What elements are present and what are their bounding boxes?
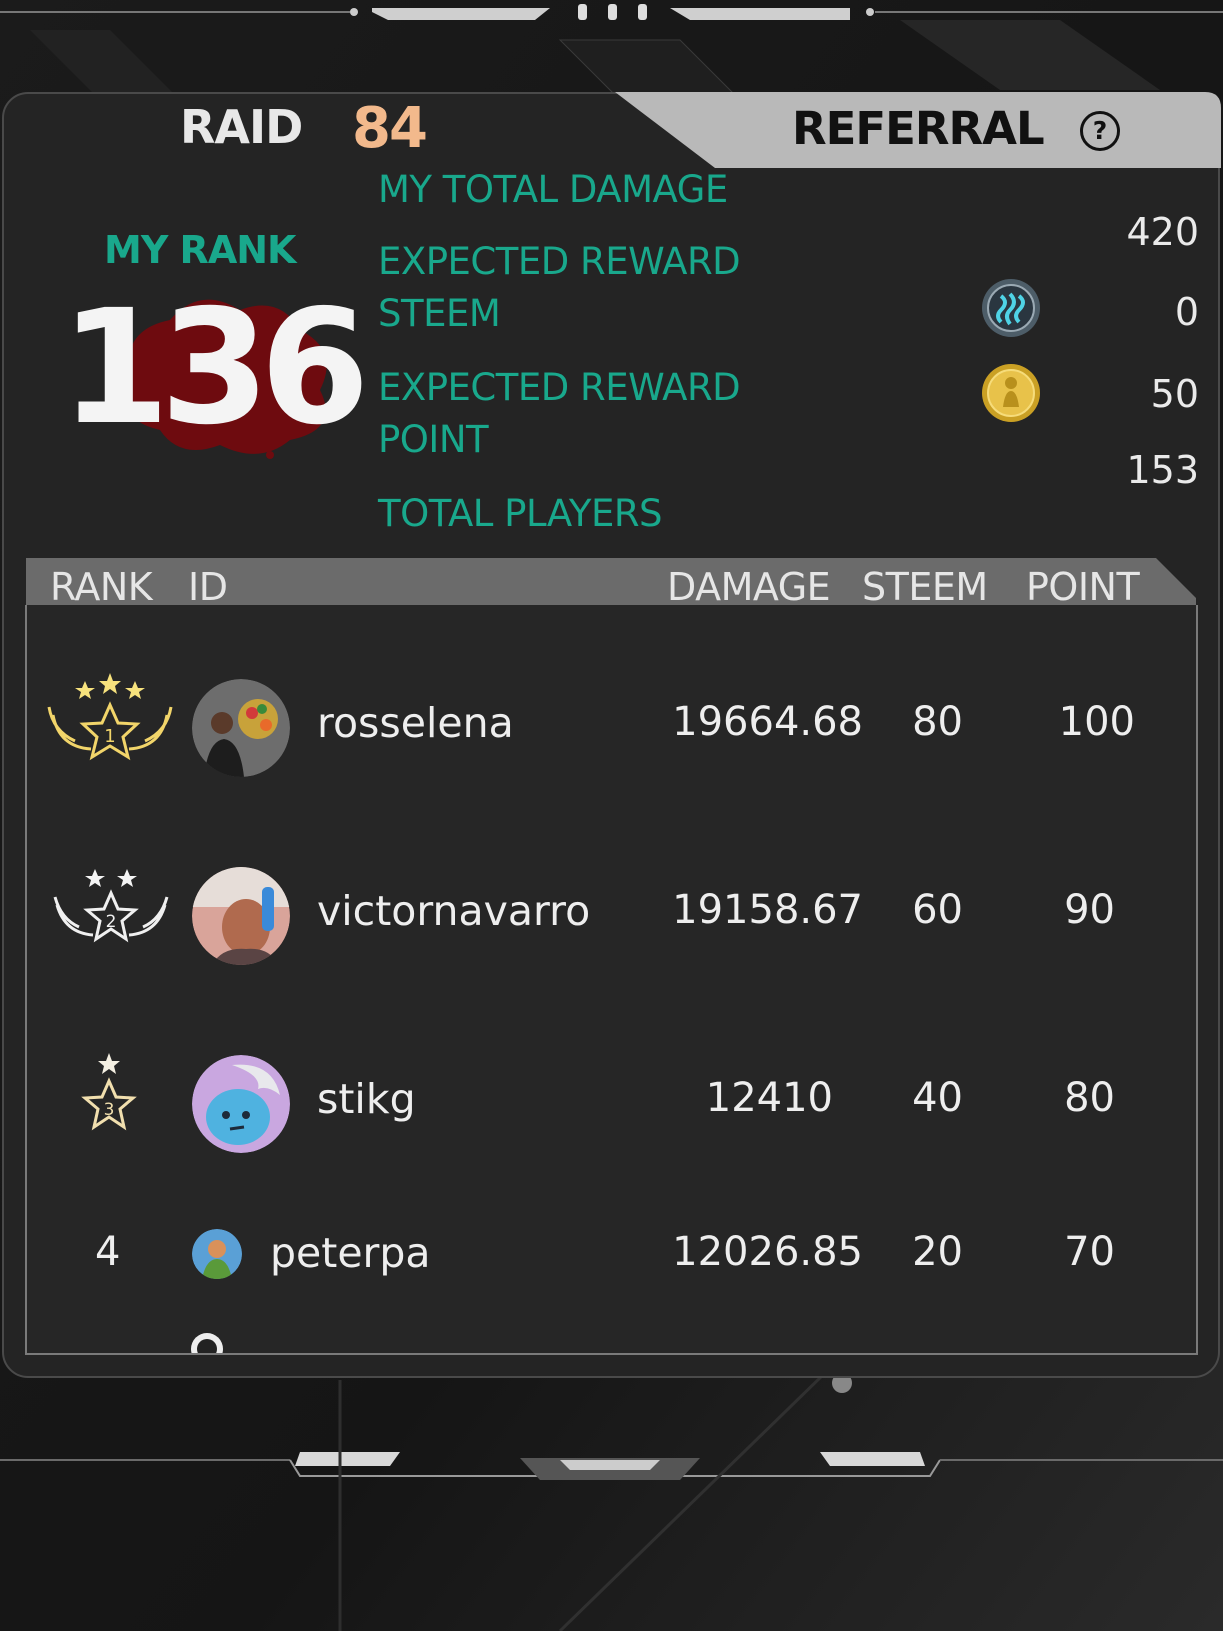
avatar[interactable]: [192, 1055, 290, 1153]
player-point: 90: [1064, 887, 1115, 933]
player-steem: 60: [912, 887, 963, 933]
steem-coin-icon: [982, 279, 1040, 337]
column-point: POINT: [1026, 565, 1140, 609]
reward-steem-value: 0: [1174, 290, 1199, 334]
player-damage: 12026.85: [672, 1229, 863, 1275]
table-row[interactable]: 4 peterpa 12026.85 20 70: [27, 1195, 1196, 1315]
player-damage: 19664.68: [672, 699, 863, 745]
avatar[interactable]: [192, 867, 290, 965]
avatar: [191, 1333, 223, 1353]
tab-referral[interactable]: REFERRAL: [792, 102, 1045, 155]
tab-raid[interactable]: RAID: [180, 100, 303, 154]
column-damage: DAMAGE: [667, 565, 831, 609]
gold-winged-star-badge-icon: 1: [47, 673, 173, 761]
player-point: 100: [1058, 699, 1135, 745]
player-steem: 80: [912, 699, 963, 745]
raid-number: 84: [352, 96, 428, 161]
player-name[interactable]: stikg: [317, 1075, 416, 1123]
reward-point-label-line2: POINT: [378, 418, 489, 461]
total-players-value: 153: [1126, 448, 1199, 492]
svg-text:1: 1: [104, 726, 115, 747]
player-name[interactable]: peterpa: [270, 1229, 431, 1277]
table-row[interactable]: 2 victornavarro 19158.67 60 90: [27, 853, 1196, 973]
reward-steem-label-line1: EXPECTED REWARD: [378, 240, 741, 283]
column-rank: RANK: [50, 565, 153, 609]
silver-winged-star-badge-icon: 2: [53, 869, 169, 943]
my-rank-value: 136: [60, 276, 370, 460]
avatar[interactable]: [192, 1229, 242, 1279]
reward-steem-label-line2: STEEM: [378, 292, 501, 335]
player-point: 80: [1064, 1075, 1115, 1121]
my-rank-label: MY RANK: [104, 228, 296, 272]
ranking-table[interactable]: 1 rosselena 19664.68 80 100 2 victornava…: [25, 605, 1198, 1355]
reward-point-value: 50: [1150, 372, 1199, 416]
total-players-label: TOTAL PLAYERS: [378, 492, 663, 535]
table-row-partial: [187, 1327, 227, 1353]
player-damage: 12410: [705, 1075, 833, 1121]
player-steem: 20: [912, 1229, 963, 1275]
bronze-star-badge-icon: 3: [81, 1053, 137, 1131]
column-steem: STEEM: [862, 565, 988, 609]
svg-text:3: 3: [104, 1100, 115, 1120]
svg-text:2: 2: [106, 912, 117, 932]
table-row[interactable]: 3 stikg 12410 40 80: [27, 1041, 1196, 1161]
player-damage: 19158.67: [672, 887, 863, 933]
total-damage-value: 420: [1126, 210, 1199, 254]
player-point: 70: [1064, 1229, 1115, 1275]
gold-point-coin-icon: [982, 364, 1040, 422]
player-name[interactable]: victornavarro: [317, 887, 590, 935]
player-rank: 4: [95, 1229, 121, 1275]
help-icon[interactable]: ?: [1080, 111, 1120, 151]
table-row[interactable]: 1 rosselena 19664.68 80 100: [27, 665, 1196, 785]
avatar[interactable]: [192, 679, 290, 777]
column-id: ID: [188, 565, 228, 609]
total-damage-label: MY TOTAL DAMAGE: [378, 168, 728, 211]
reward-point-label-line1: EXPECTED REWARD: [378, 366, 741, 409]
player-steem: 40: [912, 1075, 963, 1121]
player-name[interactable]: rosselena: [317, 699, 514, 747]
